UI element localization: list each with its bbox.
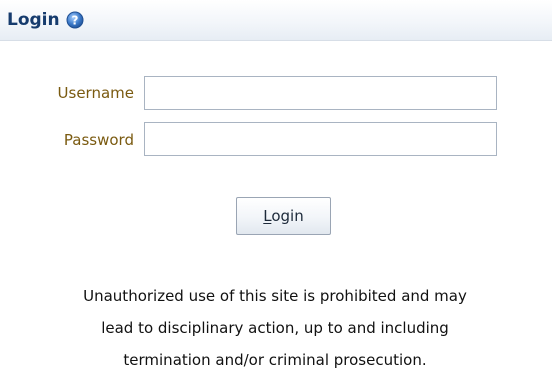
legal-notice: Unauthorized use of this site is prohibi… [8, 280, 542, 376]
page-title: Login [7, 10, 60, 30]
help-icon[interactable]: ? [66, 11, 84, 29]
notice-line: lead to disciplinary action, up to and i… [101, 319, 449, 337]
login-panel: Login ? Username Password Login Unauthor… [0, 0, 552, 391]
notice-line: Unauthorized use of this site is prohibi… [83, 287, 467, 305]
svg-text:?: ? [71, 14, 78, 28]
panel-title-row: Login ? [7, 9, 84, 31]
password-input[interactable] [144, 122, 497, 156]
login-button[interactable]: Login [236, 197, 331, 235]
notice-line: termination and/or criminal prosecution. [123, 351, 427, 369]
username-label: Username [57, 84, 134, 102]
header-divider [0, 40, 552, 41]
panel-header: Login ? [0, 0, 552, 40]
login-button-label: Login [263, 207, 304, 225]
password-label: Password [63, 131, 134, 149]
username-input[interactable] [144, 76, 497, 110]
